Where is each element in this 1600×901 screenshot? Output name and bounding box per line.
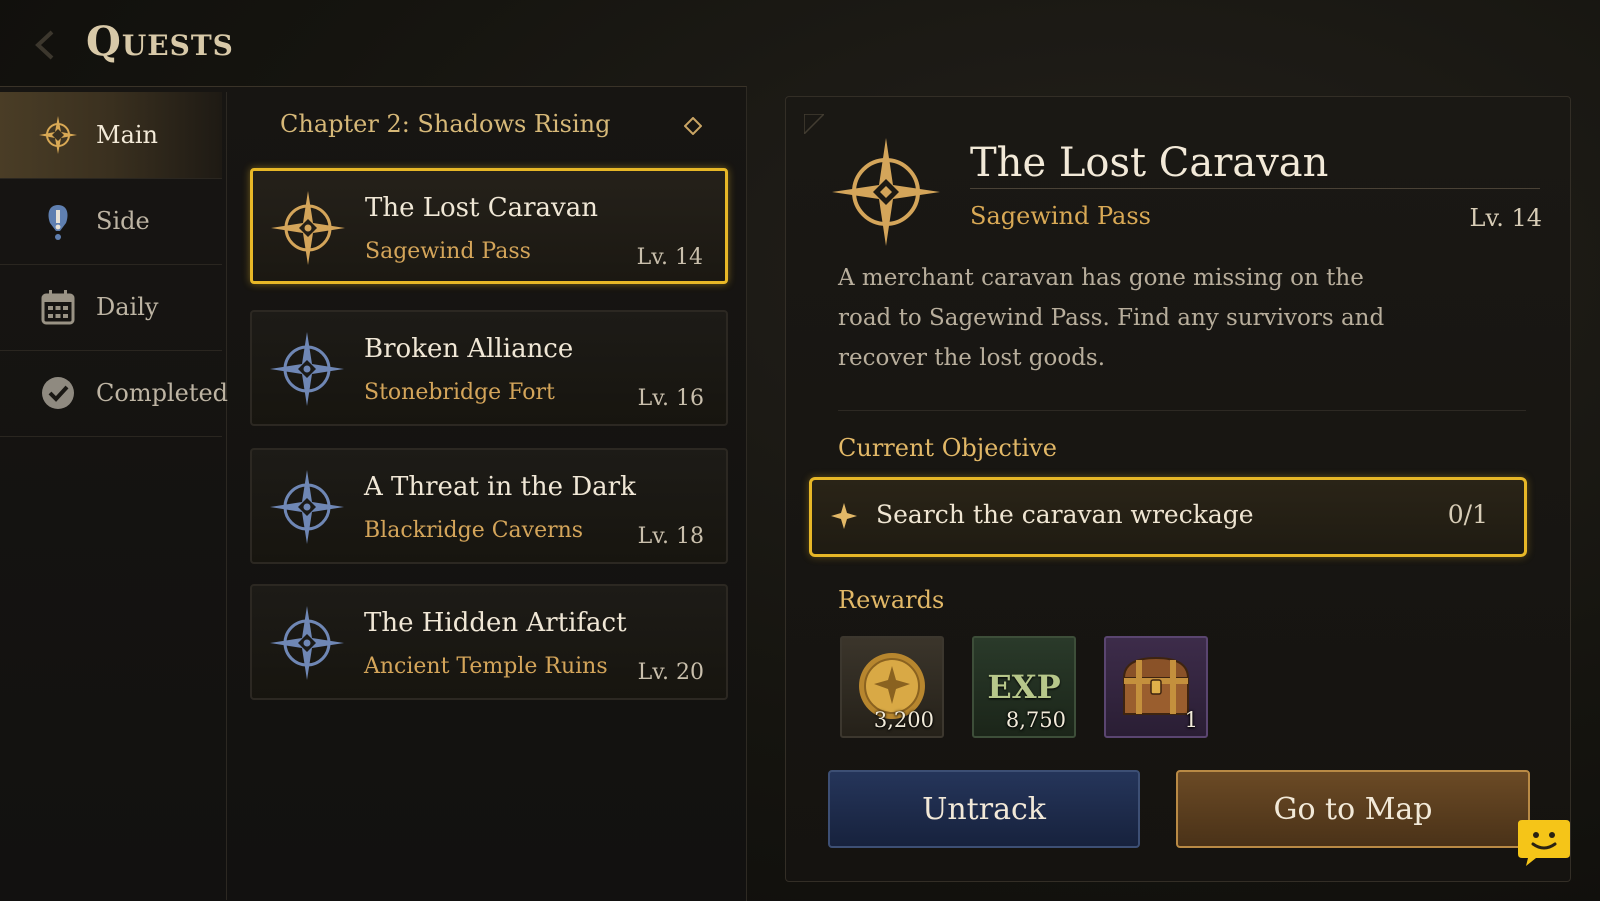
compass-star-icon bbox=[271, 191, 345, 265]
sidebar-item-main[interactable]: Main bbox=[0, 92, 222, 179]
title-divider bbox=[970, 188, 1540, 189]
quest-name: A Threat in the Dark bbox=[364, 472, 636, 502]
quest-card-broken-alliance[interactable]: Broken Alliance Stonebridge Fort Lv. 16 bbox=[250, 310, 728, 426]
quest-level: Lv. 18 bbox=[637, 524, 704, 549]
quest-detail-level: Lv. 14 bbox=[1469, 204, 1542, 232]
page-title: Quests bbox=[86, 18, 234, 65]
back-arrow-icon[interactable] bbox=[30, 28, 60, 62]
reward-count: 1 bbox=[1184, 708, 1198, 732]
compass-star-icon bbox=[270, 332, 344, 406]
current-objective[interactable]: Search the caravan wreckage 0/1 bbox=[809, 477, 1527, 557]
sidebar-item-label: Daily bbox=[96, 293, 159, 321]
sidebar-item-label: Side bbox=[96, 207, 150, 235]
sparkle-icon bbox=[831, 503, 857, 529]
diamond-icon[interactable] bbox=[684, 117, 702, 135]
quest-level: Lv. 20 bbox=[637, 660, 704, 685]
reward-gold[interactable]: 3,200 bbox=[840, 636, 944, 738]
quest-card-lost-caravan[interactable]: The Lost Caravan Sagewind Pass Lv. 14 bbox=[250, 168, 728, 284]
chapter-title: Chapter 2: Shadows Rising bbox=[280, 110, 611, 138]
objective-heading: Current Objective bbox=[838, 434, 1057, 462]
category-sidebar: Main Side Daily Completed bbox=[0, 92, 228, 900]
quest-location: Ancient Temple Ruins bbox=[364, 654, 608, 679]
compass-star-icon bbox=[832, 138, 940, 246]
quest-level: Lv. 16 bbox=[637, 386, 704, 411]
exclamation-icon bbox=[38, 201, 78, 241]
compass-icon bbox=[38, 115, 78, 155]
exp-icon: EXP bbox=[987, 668, 1061, 706]
quest-location: Stonebridge Fort bbox=[364, 380, 555, 405]
sidebar-item-side[interactable]: Side bbox=[0, 178, 222, 265]
sidebar-item-label: Completed bbox=[96, 379, 229, 407]
objective-progress: 0/1 bbox=[1447, 500, 1488, 529]
sidebar-item-daily[interactable]: Daily bbox=[0, 264, 222, 351]
rewards-heading: Rewards bbox=[838, 586, 945, 614]
quest-detail-location: Sagewind Pass bbox=[970, 202, 1151, 230]
quest-detail-title: The Lost Caravan bbox=[970, 140, 1329, 186]
compass-star-icon bbox=[270, 470, 344, 544]
quest-card-hidden-artifact[interactable]: The Hidden Artifact Ancient Temple Ruins… bbox=[250, 584, 728, 700]
quest-level: Lv. 14 bbox=[636, 245, 703, 270]
quest-name: The Lost Caravan bbox=[365, 193, 598, 223]
chat-smiley-icon[interactable] bbox=[1516, 818, 1572, 868]
checkmark-icon bbox=[38, 373, 78, 413]
reward-count: 3,200 bbox=[873, 708, 934, 732]
reward-count: 8,750 bbox=[1005, 708, 1066, 732]
sidebar-item-label: Main bbox=[96, 121, 159, 149]
sidebar-item-completed[interactable]: Completed bbox=[0, 350, 228, 437]
objective-text: Search the caravan wreckage bbox=[876, 500, 1254, 529]
quest-location: Blackridge Caverns bbox=[364, 518, 584, 543]
quest-name: The Hidden Artifact bbox=[364, 608, 627, 638]
corner-ornament-icon bbox=[804, 114, 824, 134]
compass-star-icon bbox=[270, 606, 344, 680]
go-to-map-button[interactable]: Go to Map bbox=[1176, 770, 1530, 848]
quest-description: A merchant caravan has gone missing on t… bbox=[838, 265, 1385, 371]
calendar-icon bbox=[38, 287, 78, 327]
quest-name: Broken Alliance bbox=[364, 334, 574, 364]
reward-exp[interactable]: EXP 8,750 bbox=[972, 636, 1076, 738]
reward-chest[interactable]: 1 bbox=[1104, 636, 1208, 738]
untrack-button[interactable]: Untrack bbox=[828, 770, 1140, 848]
quest-card-threat-in-the-dark[interactable]: A Threat in the Dark Blackridge Caverns … bbox=[250, 448, 728, 564]
section-divider bbox=[838, 410, 1526, 411]
quest-location: Sagewind Pass bbox=[365, 239, 531, 264]
